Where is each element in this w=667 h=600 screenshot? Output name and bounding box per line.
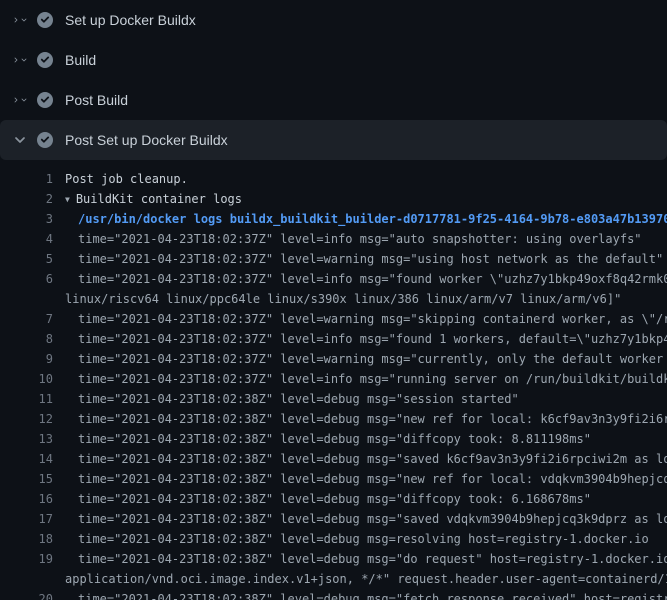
log-line-text: time="2021-04-23T18:02:37Z" level=warnin… [65, 309, 667, 329]
log-line-text: time="2021-04-23T18:02:38Z" level=debug … [65, 549, 667, 569]
log-line: 7 time="2021-04-23T18:02:37Z" level=warn… [0, 309, 667, 329]
log-line-number[interactable]: 1 [0, 169, 65, 189]
log-line-number[interactable]: 18 [0, 529, 65, 549]
log-line-number[interactable]: 11 [0, 389, 65, 409]
log-line: 18 time="2021-04-23T18:02:38Z" level=deb… [0, 529, 667, 549]
chevron-right-icon [12, 92, 20, 108]
log-line: 13 time="2021-04-23T18:02:38Z" level=deb… [0, 429, 667, 449]
step-row-post-build[interactable]: Post Build [0, 80, 667, 120]
log-line: 4 time="2021-04-23T18:02:37Z" level=info… [0, 229, 667, 249]
log-line-number [0, 289, 65, 309]
log-line-text: time="2021-04-23T18:02:38Z" level=debug … [65, 509, 667, 529]
step-label: Post Build [65, 92, 128, 108]
log-line: 16 time="2021-04-23T18:02:38Z" level=deb… [0, 489, 667, 509]
log-line: 19 time="2021-04-23T18:02:38Z" level=deb… [0, 549, 667, 569]
check-circle-icon [37, 132, 53, 148]
log-line: 15 time="2021-04-23T18:02:38Z" level=deb… [0, 469, 667, 489]
log-line-text: time="2021-04-23T18:02:38Z" level=debug … [65, 469, 667, 489]
log-line: 6 time="2021-04-23T18:02:37Z" level=info… [0, 269, 667, 289]
log-line-number[interactable]: 3 [0, 209, 65, 229]
log-line-text: application/vnd.oci.image.index.v1+json,… [65, 569, 667, 589]
log-line: 17 time="2021-04-23T18:02:38Z" level=deb… [0, 509, 667, 529]
step-label: Build [65, 52, 96, 68]
check-circle-icon [37, 92, 53, 108]
log-line-number[interactable]: 20 [0, 589, 65, 600]
log-line-text: time="2021-04-23T18:02:37Z" level=info m… [65, 369, 667, 389]
log-line-text: /usr/bin/docker logs buildx_buildkit_bui… [65, 209, 667, 229]
log-line-number[interactable]: 19 [0, 549, 65, 569]
log-line-text: time="2021-04-23T18:02:38Z" level=debug … [65, 449, 667, 469]
log-line-text: time="2021-04-23T18:02:38Z" level=debug … [65, 529, 649, 549]
log-line: 12 time="2021-04-23T18:02:38Z" level=deb… [0, 409, 667, 429]
step-label: Set up Docker Buildx [65, 12, 196, 28]
log-line-text: time="2021-04-23T18:02:38Z" level=debug … [65, 389, 519, 409]
step-row-post-set-up-docker-buildx[interactable]: Post Set up Docker Buildx [0, 120, 667, 160]
step-row-set-up-docker-buildx[interactable]: Set up Docker Buildx [0, 0, 667, 40]
log-line-text: linux/riscv64 linux/ppc64le linux/s390x … [65, 289, 621, 309]
log-line-number[interactable]: 4 [0, 229, 65, 249]
chevron-down-icon [20, 52, 28, 68]
check-circle-icon [37, 52, 53, 68]
log-line: 5 time="2021-04-23T18:02:37Z" level=warn… [0, 249, 667, 269]
log-line-number[interactable]: 10 [0, 369, 65, 389]
log-output: 1 Post job cleanup. 2 ▼BuildKit containe… [0, 160, 667, 600]
log-line-text: time="2021-04-23T18:02:37Z" level=info m… [65, 329, 667, 349]
log-line-text: Post job cleanup. [65, 169, 188, 189]
log-line-text: ▼BuildKit container logs [65, 189, 242, 209]
chevron-down-icon [20, 12, 28, 28]
log-line: 1 Post job cleanup. [0, 169, 667, 189]
log-line-number[interactable]: 6 [0, 269, 65, 289]
log-line: 20 time="2021-04-23T18:02:38Z" level=deb… [0, 589, 667, 600]
log-line-text: time="2021-04-23T18:02:37Z" level=info m… [65, 229, 642, 249]
check-circle-icon [37, 12, 53, 28]
step-label: Post Set up Docker Buildx [65, 132, 228, 148]
chevron-right-icon [12, 12, 20, 28]
chevron-right-icon [12, 52, 20, 68]
log-line-number[interactable]: 7 [0, 309, 65, 329]
log-line-number[interactable]: 9 [0, 349, 65, 369]
log-line-text: time="2021-04-23T18:02:38Z" level=debug … [65, 589, 667, 600]
log-line: 14 time="2021-04-23T18:02:38Z" level=deb… [0, 449, 667, 469]
step-list: Set up Docker Buildx Build [0, 0, 667, 160]
log-line-number[interactable]: 15 [0, 469, 65, 489]
log-line-number[interactable]: 13 [0, 429, 65, 449]
log-line-text: time="2021-04-23T18:02:38Z" level=debug … [65, 409, 667, 429]
log-line-number[interactable]: 2 [0, 189, 65, 209]
log-line-number [0, 569, 65, 589]
log-line-number[interactable]: 17 [0, 509, 65, 529]
log-line-text: time="2021-04-23T18:02:37Z" level=info m… [65, 269, 667, 289]
log-line: 10 time="2021-04-23T18:02:37Z" level=inf… [0, 369, 667, 389]
log-line-number[interactable]: 5 [0, 249, 65, 269]
triangle-down-icon: ▼ [65, 195, 70, 204]
log-line: 9 time="2021-04-23T18:02:37Z" level=warn… [0, 349, 667, 369]
log-line-text: time="2021-04-23T18:02:37Z" level=warnin… [65, 349, 667, 369]
log-line: application/vnd.oci.image.index.v1+json,… [0, 569, 667, 589]
log-line-number[interactable]: 12 [0, 409, 65, 429]
log-line-text: time="2021-04-23T18:02:38Z" level=debug … [65, 489, 591, 509]
log-line-text: time="2021-04-23T18:02:38Z" level=debug … [65, 429, 591, 449]
log-line-text: time="2021-04-23T18:02:37Z" level=warnin… [65, 249, 663, 269]
log-line: 11 time="2021-04-23T18:02:38Z" level=deb… [0, 389, 667, 409]
log-line-number[interactable]: 16 [0, 489, 65, 509]
chevron-down-icon [12, 132, 28, 148]
step-row-build[interactable]: Build [0, 40, 667, 80]
log-group-toggle[interactable]: 2 ▼BuildKit container logs [0, 189, 667, 209]
workflow-log-viewer: Set up Docker Buildx Build [0, 0, 667, 600]
log-line: 8 time="2021-04-23T18:02:37Z" level=info… [0, 329, 667, 349]
log-line-number[interactable]: 14 [0, 449, 65, 469]
log-line: 3 /usr/bin/docker logs buildx_buildkit_b… [0, 209, 667, 229]
log-line-number[interactable]: 8 [0, 329, 65, 349]
chevron-down-icon [20, 92, 28, 108]
log-line: linux/riscv64 linux/ppc64le linux/s390x … [0, 289, 667, 309]
